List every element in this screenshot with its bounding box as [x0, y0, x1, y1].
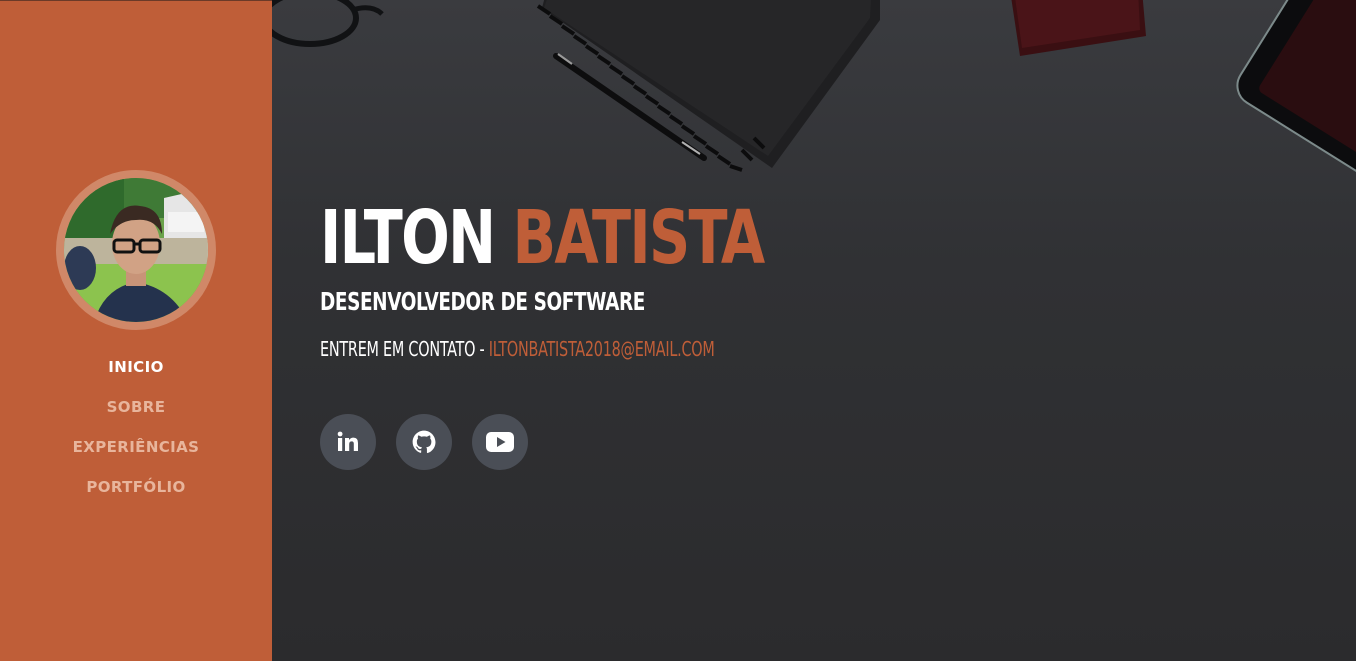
sidebar-nav: INICIO SOBRE EXPERIÊNCIAS PORTFÓLIO: [0, 355, 272, 515]
contact-prefix: ENTREM EM CONTATO -: [320, 337, 489, 361]
resume-page: INICIO SOBRE EXPERIÊNCIAS PORTFÓLIO ILTO…: [0, 0, 1356, 661]
nav-item-experiencias[interactable]: EXPERIÊNCIAS: [0, 435, 272, 475]
profile-photo: [64, 178, 208, 322]
email-link[interactable]: ILTONBATISTA2018@EMAIL.COM: [489, 337, 715, 361]
page-title: ILTON BATISTA: [320, 195, 765, 281]
linkedin-icon: [337, 431, 358, 451]
youtube-icon: [486, 432, 514, 452]
github-button[interactable]: [396, 414, 452, 470]
nav-item-portfolio[interactable]: PORTFÓLIO: [0, 475, 272, 515]
social-links: [320, 414, 528, 470]
last-name: BATISTA: [512, 195, 765, 281]
avatar-frame: [56, 170, 216, 330]
desk-background-decoration: [272, 0, 1356, 176]
youtube-button[interactable]: [472, 414, 528, 470]
contact-line: ENTREM EM CONTATO - ILTONBATISTA2018@EMA…: [320, 336, 715, 362]
role-subtitle: DESENVOLVEDOR DE SOFTWARE: [320, 287, 645, 316]
avatar: [64, 178, 208, 322]
linkedin-button[interactable]: [320, 414, 376, 470]
github-icon: [412, 430, 436, 454]
nav-item-sobre[interactable]: SOBRE: [0, 395, 272, 435]
hero-section: ILTON BATISTA DESENVOLVEDOR DE SOFTWARE …: [272, 0, 1356, 661]
sidebar: INICIO SOBRE EXPERIÊNCIAS PORTFÓLIO: [0, 0, 272, 661]
first-name: ILTON: [320, 195, 496, 281]
nav-item-inicio[interactable]: INICIO: [0, 355, 272, 395]
